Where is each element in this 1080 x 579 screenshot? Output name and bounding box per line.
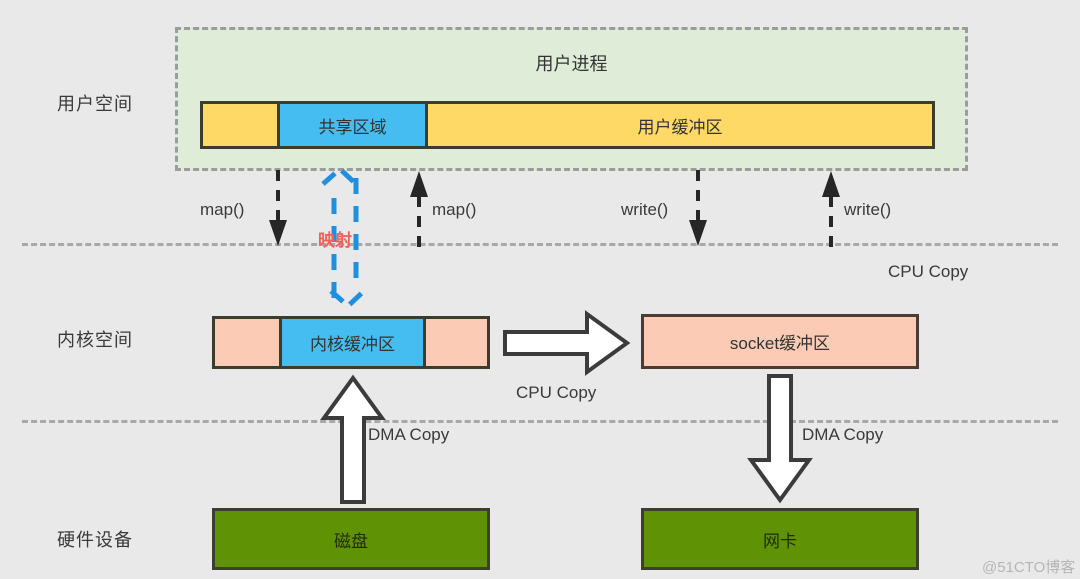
dma-copy-left-label: DMA Copy (368, 425, 450, 444)
row-label-hardware-device: 硬件设备 (57, 530, 133, 550)
write-down-label: write() (621, 200, 669, 219)
map-down-arrow (269, 170, 287, 246)
kernel-buffer-left-segment (215, 319, 279, 366)
map-up-label: map() (432, 200, 477, 219)
write-up-label: write() (844, 200, 892, 219)
row-label-user-space: 用户空间 (57, 94, 133, 114)
write-up-arrow (822, 171, 840, 248)
cpu-copy-block-arrow (503, 310, 631, 376)
disk-box: 磁盘 (212, 508, 490, 570)
shared-region-segment: 共享区域 (277, 104, 425, 146)
user-process-title: 用户进程 (535, 54, 608, 74)
map-up-arrow (410, 171, 428, 248)
mapping-label: 映射 (318, 231, 352, 250)
kernel-buffer-segment: 内核缓冲区 (279, 319, 423, 366)
kernel-device-divider (22, 420, 1058, 423)
cpu-copy-mid-label: CPU Copy (516, 383, 597, 402)
user-kernel-divider (22, 243, 1058, 246)
kernel-buffer-bar: 内核缓冲区 (212, 316, 490, 369)
row-label-kernel-space: 内核空间 (57, 330, 133, 350)
user-process-container (175, 27, 968, 171)
user-buffer-left-segment (203, 104, 277, 146)
socket-buffer-box: socket缓冲区 (641, 314, 919, 369)
write-down-arrow (689, 170, 707, 246)
user-buffer-segment: 用户缓冲区 (425, 104, 932, 146)
kernel-buffer-right-segment (423, 319, 487, 366)
dma-copy-right-label: DMA Copy (802, 425, 884, 444)
nic-box: 网卡 (641, 508, 919, 570)
diagram-canvas: 用户空间 内核空间 硬件设备 用户进程 共享区域 用户缓冲区 map() map… (0, 0, 1080, 579)
map-down-label: map() (200, 200, 245, 219)
cpu-copy-top-label: CPU Copy (888, 262, 969, 281)
watermark: @51CTO博客 (982, 559, 1076, 576)
user-buffer-bar: 共享区域 用户缓冲区 (200, 101, 935, 149)
